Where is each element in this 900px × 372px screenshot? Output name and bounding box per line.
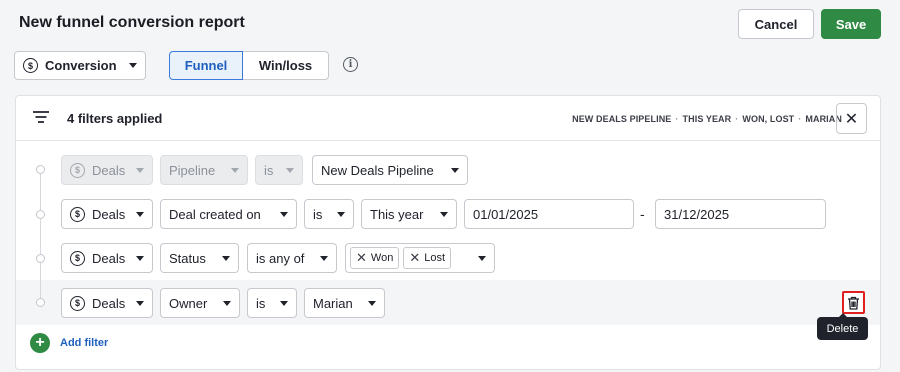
summary-item: THIS YEAR xyxy=(682,114,732,124)
remove-chip-icon[interactable]: ✕ xyxy=(409,250,420,266)
add-filter-button[interactable]: + Add filter xyxy=(30,333,108,353)
dollar-icon: $ xyxy=(70,162,85,178)
cancel-button[interactable]: Cancel xyxy=(738,9,814,39)
filter-node xyxy=(36,254,45,263)
dollar-icon: $ xyxy=(70,206,85,222)
filter-node xyxy=(36,298,45,307)
chevron-down-icon xyxy=(136,167,144,173)
delete-filter-button[interactable] xyxy=(842,291,865,314)
date-to-input[interactable]: 31/12/2025 xyxy=(655,199,826,229)
filter-entity-select[interactable]: $ Deals xyxy=(61,288,153,318)
chevron-down-icon xyxy=(337,211,345,217)
filter-operator-select[interactable]: is any of xyxy=(247,243,337,273)
filter-operator-select[interactable]: is xyxy=(247,288,297,318)
metric-select-value: Conversion xyxy=(45,58,117,73)
chevron-down-icon xyxy=(320,255,328,261)
report-header: New funnel conversion report Cancel Save xyxy=(0,0,900,44)
chevron-down-icon xyxy=(451,167,459,173)
date-range-separator: - xyxy=(640,206,645,222)
chevron-down-icon xyxy=(368,300,376,306)
filter-value-select[interactable]: This year xyxy=(361,199,457,229)
chevron-down-icon xyxy=(136,211,144,217)
clear-filters-button[interactable]: ✕ xyxy=(836,103,867,134)
filters-summary: NEW DEALS PIPELINE · THIS YEAR · WON, LOST · M… xyxy=(572,114,842,124)
add-filter-label: Add filter xyxy=(60,337,109,349)
chevron-down-icon xyxy=(286,167,294,173)
plus-icon: + xyxy=(30,333,50,353)
filters-panel: 4 filters applied NEW DEALS PIPELINE · THI… xyxy=(15,95,881,370)
chevron-down-icon xyxy=(136,300,144,306)
filter-node xyxy=(36,210,45,219)
filter-entity-select: $ Deals xyxy=(61,155,153,185)
filter-entity-select[interactable]: $ Deals xyxy=(61,243,153,273)
filter-multiselect[interactable]: ✕ Won ✕ Lost xyxy=(345,243,495,273)
filter-field-select[interactable]: Status xyxy=(160,243,239,273)
filter-operator-select[interactable]: is xyxy=(304,199,354,229)
filter-icon xyxy=(33,111,49,123)
filter-field-select[interactable]: Deal created on xyxy=(160,199,297,229)
chevron-down-icon xyxy=(222,255,230,261)
summary-item: NEW DEALS PIPELINE xyxy=(572,114,672,124)
filter-value-select[interactable]: Marian xyxy=(304,288,385,318)
summary-item: WON, LOST xyxy=(742,114,795,124)
chevron-down-icon xyxy=(129,63,137,68)
save-button[interactable]: Save xyxy=(821,9,881,39)
metric-select[interactable]: $ Conversion xyxy=(14,51,146,80)
chip-won[interactable]: ✕ Won xyxy=(350,247,400,269)
tab-funnel[interactable]: Funnel xyxy=(169,51,243,80)
close-icon: ✕ xyxy=(844,110,859,128)
dollar-icon: $ xyxy=(23,58,38,73)
filter-rail xyxy=(40,170,41,303)
chevron-down-icon xyxy=(136,255,144,261)
chevron-down-icon xyxy=(231,167,239,173)
filter-entity-select[interactable]: $ Deals xyxy=(61,199,153,229)
chevron-down-icon xyxy=(440,211,448,217)
chevron-down-icon xyxy=(280,300,288,306)
filter-node xyxy=(36,165,45,174)
filters-count: 4 filters applied xyxy=(67,111,163,126)
tab-win-loss[interactable]: Win/loss xyxy=(243,51,329,80)
filter-field-select[interactable]: Owner xyxy=(160,288,240,318)
chip-lost[interactable]: ✕ Lost xyxy=(403,247,452,269)
dollar-icon: $ xyxy=(70,295,85,311)
remove-chip-icon[interactable]: ✕ xyxy=(356,250,367,266)
page-title: New funnel conversion report xyxy=(19,14,245,31)
filters-panel-header: 4 filters applied NEW DEALS PIPELINE · THI… xyxy=(16,96,880,141)
dollar-icon: $ xyxy=(70,250,85,266)
filter-value-select[interactable]: New Deals Pipeline xyxy=(312,155,468,185)
filter-field-select: Pipeline xyxy=(160,155,248,185)
trash-icon xyxy=(848,296,859,310)
date-from-input[interactable]: 01/01/2025 xyxy=(464,199,634,229)
info-icon[interactable]: i xyxy=(343,57,358,72)
chevron-down-icon xyxy=(478,255,486,261)
delete-tooltip: Delete xyxy=(817,313,868,340)
chevron-down-icon xyxy=(223,300,231,306)
filter-operator-select: is xyxy=(255,155,303,185)
chevron-down-icon xyxy=(280,211,288,217)
